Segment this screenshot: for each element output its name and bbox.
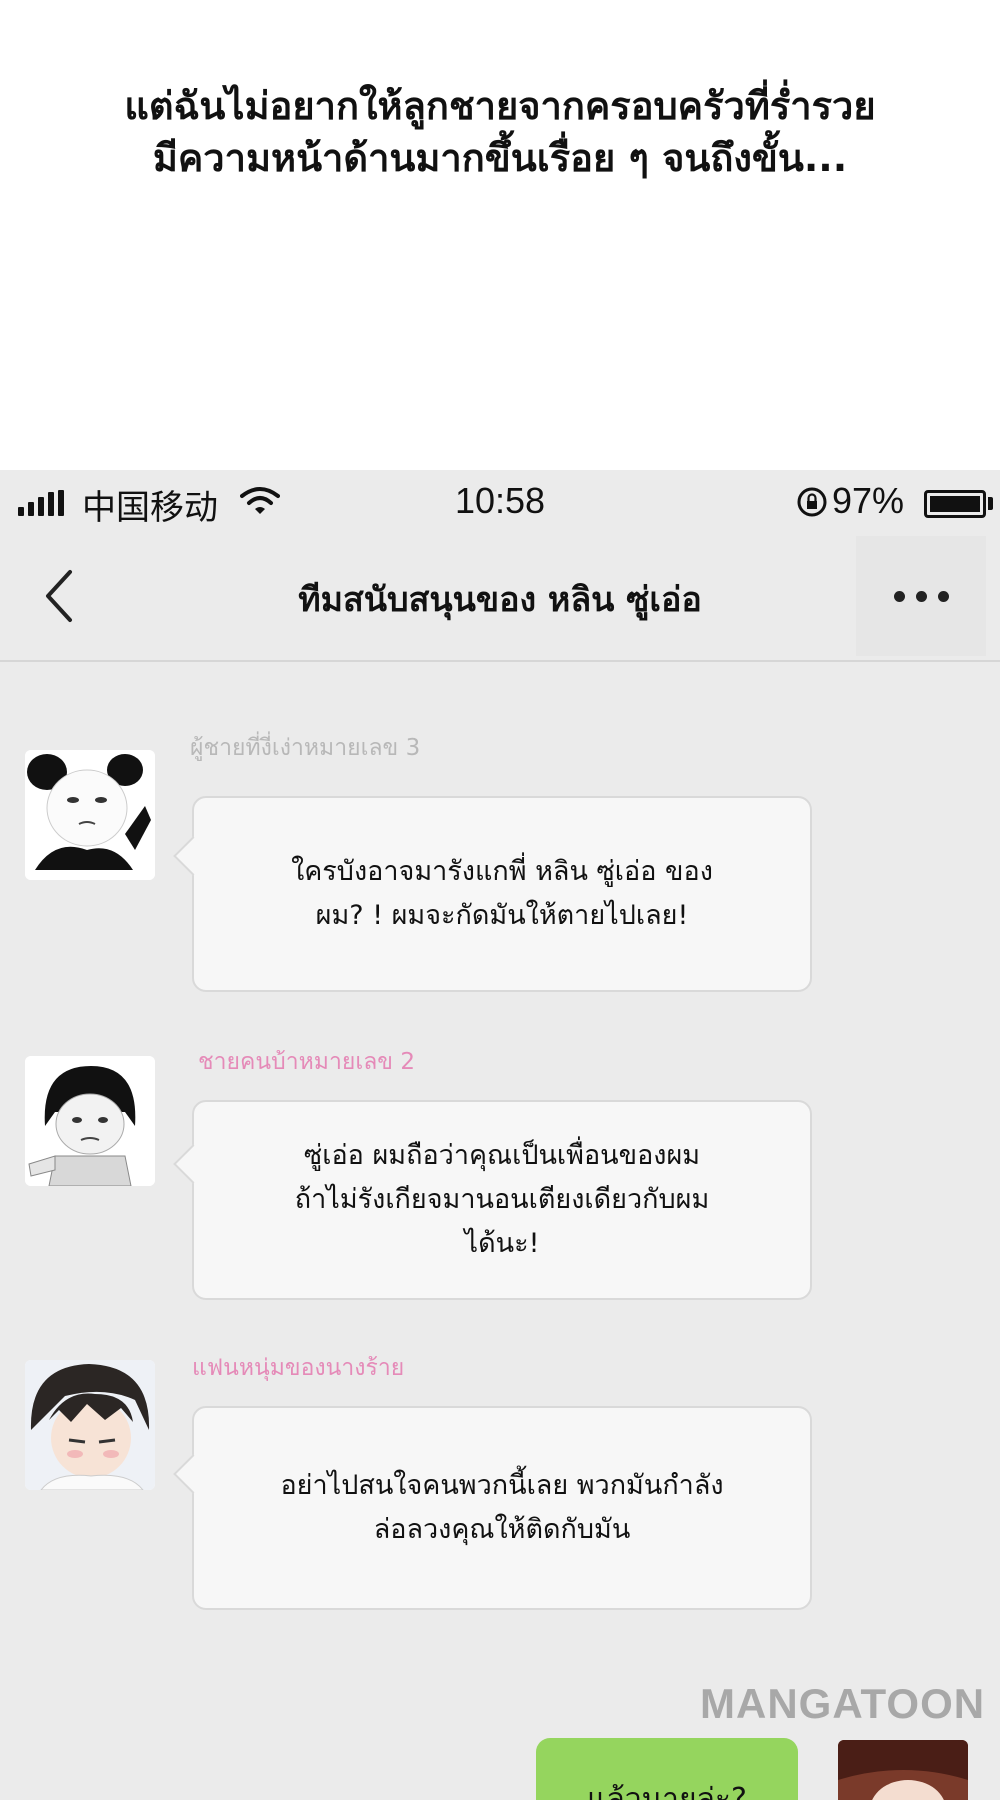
message-line: แล้วนายล่ะ?	[587, 1782, 747, 1800]
sender-name: แฟนหนุ่มของนางร้าย	[192, 1355, 405, 1381]
chat-screen: 中国移动 10:58 97% ทีมสนับสนุนของ หลิน ซู่เอ…	[0, 470, 1000, 1800]
rotation-lock-icon	[797, 487, 827, 517]
message-line: ซู่เอ่อ ผมถือว่าคุณเป็นเพื่อนของผม	[303, 1140, 701, 1171]
chat-title: ทีมสนับสนุนของ หลิน ซู่เอ่อ	[298, 580, 702, 620]
user-avatar[interactable]	[838, 1740, 968, 1800]
chat-bubble: ใครบังอาจมารังแกพี่ หลิน ซู่เอ่อ ของ ผม?…	[192, 796, 812, 992]
chat-bubble: อย่าไปสนใจคนพวกนี้เลย พวกมันกำลัง ล่อลวง…	[192, 1406, 812, 1610]
dot-icon	[893, 590, 905, 602]
battery-tip	[988, 497, 993, 510]
outgoing-chat-bubble: แล้วนายล่ะ?	[536, 1738, 798, 1800]
message-line: อย่าไปสนใจคนพวกนี้เลย พวกมันกำลัง	[280, 1470, 724, 1501]
sender-name: ผู้ชายที่งี่เง่าหมายเลข 3	[190, 735, 421, 761]
sender-name: ชายคนบ้าหมายเลข 2	[198, 1049, 415, 1075]
anime-boy-avatar[interactable]	[25, 1360, 155, 1490]
dot-icon	[915, 590, 927, 602]
panda-meme-avatar[interactable]	[25, 750, 155, 880]
message-line: ได้นะ!	[464, 1228, 540, 1259]
battery-icon	[924, 490, 986, 518]
bowlcut-meme-avatar[interactable]	[25, 1056, 155, 1186]
message-line: ผม? ! ผมจะกัดมันให้ตายไปเลย!	[315, 900, 689, 931]
message-line: ล่อลวงคุณให้ติดกับมัน	[373, 1514, 631, 1545]
mangatoon-watermark: MANGATOON	[700, 1680, 986, 1727]
status-bar: 中国移动 10:58 97%	[0, 470, 1000, 530]
chat-bubble: ซู่เอ่อ ผมถือว่าคุณเป็นเพื่อนของผม ถ้าไม…	[192, 1100, 812, 1300]
message-line: ถ้าไม่รังเกียจมานอนเตียงเดียวกับผม	[294, 1184, 710, 1215]
message-line: ใครบังอาจมารังแกพี่ หลิน ซู่เอ่อ ของ	[291, 856, 713, 887]
dot-icon	[937, 590, 949, 602]
chat-nav-bar: ทีมสนับสนุนของ หลิน ซู่เอ่อ	[0, 530, 1000, 662]
battery-percent: 97%	[832, 480, 905, 521]
narration-caption: แต่ฉันไม่อยากให้ลูกชายจากครอบครัวที่ร่ำร…	[0, 80, 1000, 184]
narration-line: แต่ฉันไม่อยากให้ลูกชายจากครอบครัวที่ร่ำร…	[124, 84, 876, 128]
more-options-button[interactable]	[856, 536, 986, 656]
narration-line: มีความหน้าด้านมากขึ้นเรื่อย ๆ จนถึงขั้น.…	[152, 136, 848, 180]
